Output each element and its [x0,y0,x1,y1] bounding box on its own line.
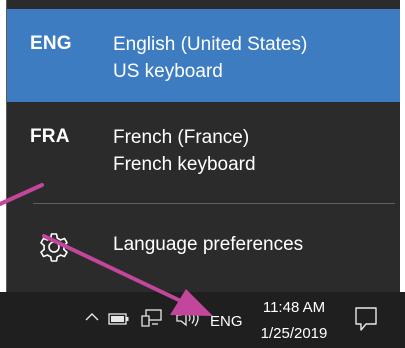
volume-icon[interactable] [175,308,201,328]
divider [33,203,395,204]
language-name: English (United States) [113,34,308,55]
language-code: FRA [30,126,70,147]
network-icon[interactable] [141,308,163,328]
language-flyout: ENG English (United States) US keyboard … [6,0,400,292]
language-code: ENG [30,33,72,54]
clock-date[interactable]: 1/25/2019 [256,325,332,342]
language-preferences-link[interactable]: Language preferences [7,212,400,282]
chevron-up-icon[interactable] [84,309,100,325]
action-center-icon[interactable] [354,306,378,332]
flyout-top-edge [7,0,400,9]
clock-time[interactable]: 11:48 AM [258,299,330,316]
battery-icon[interactable] [108,312,130,326]
keyboard-name: French keyboard [113,154,256,175]
taskbar: ENG 11:48 AM 1/25/2019 [0,292,405,348]
keyboard-name: US keyboard [113,61,223,82]
gear-icon [40,233,68,262]
language-preferences-label: Language preferences [113,234,304,255]
language-item-eng[interactable]: ENG English (United States) US keyboard [7,9,400,102]
language-item-fra[interactable]: FRA French (France) French keyboard [7,102,400,195]
language-name: French (France) [113,127,250,148]
input-indicator[interactable]: ENG [210,313,243,330]
